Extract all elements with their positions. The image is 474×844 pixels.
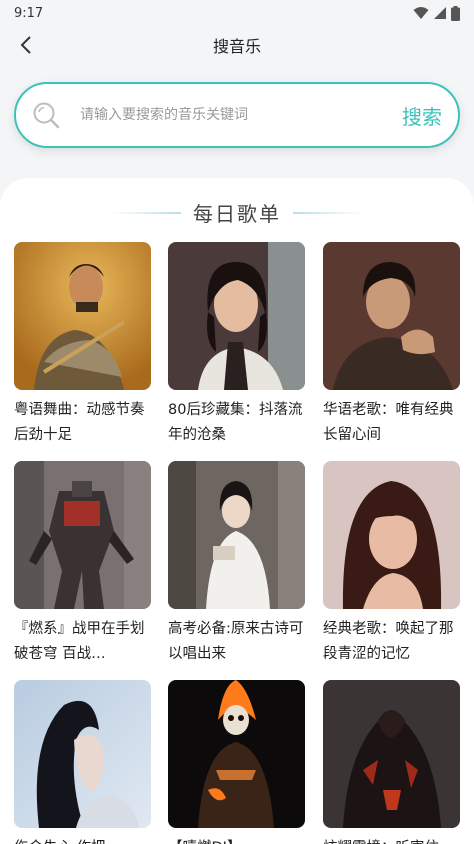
playlist-title: 高考必备:原来古诗可以唱出来 <box>168 621 304 662</box>
playlist-card[interactable]: 炫耀霸境：听害住 <box>323 680 460 844</box>
playlist-card[interactable]: 80后珍藏集：抖落流年的沧桑 <box>168 242 305 448</box>
playlist-title: 华语老歌：唯有经典长留心间 <box>323 402 454 443</box>
back-button[interactable] <box>10 29 42 61</box>
playlist-title: 『燃系』战甲在手划破苍穹 百战… <box>14 621 145 662</box>
playlist-card[interactable]: 经典老歌：唤起了那段青涩的记忆 <box>323 461 460 667</box>
search-box[interactable]: 搜索 <box>14 82 460 148</box>
search-icon <box>33 102 60 129</box>
back-arrow-icon <box>20 36 31 54</box>
playlist-cover <box>14 680 151 828</box>
playlist-title: 伤会失心 作把 <box>14 836 151 844</box>
playlist-card[interactable]: 『燃系』战甲在手划破苍穹 百战… <box>14 461 151 667</box>
status-bar: 9:17 <box>0 0 474 26</box>
section-header: 每日歌单 <box>0 198 474 227</box>
status-icons <box>413 5 460 21</box>
playlist-cover <box>168 680 305 828</box>
playlist-cover <box>323 680 460 828</box>
playlist-card[interactable]: 伤会失心 作把 <box>14 680 151 844</box>
title-decoration-right <box>293 211 363 214</box>
search-input[interactable] <box>80 107 402 123</box>
playlist-title: 粤语舞曲：动感节奏后劲十足 <box>14 402 145 443</box>
signal-icon <box>434 7 446 19</box>
playlist-title: 【嘻燃DJ】 <box>168 836 305 844</box>
playlist-cover <box>14 242 151 390</box>
playlist-card[interactable]: 华语老歌：唯有经典长留心间 <box>323 242 460 448</box>
section-title: 每日歌单 <box>193 202 281 226</box>
playlist-cover <box>168 242 305 390</box>
content-panel: 每日歌单 粤语舞曲：动感节奏后劲十足 80后珍藏集：抖落流年的沧桑 华语老歌：唯… <box>0 178 474 844</box>
playlist-cover <box>323 242 460 390</box>
title-decoration-left <box>111 211 181 214</box>
playlist-title: 炫耀霸境：听害住 <box>323 836 460 844</box>
playlist-card[interactable]: 【嘻燃DJ】 <box>168 680 305 844</box>
playlist-title: 80后珍藏集：抖落流年的沧桑 <box>168 402 303 443</box>
playlist-cover <box>14 461 151 609</box>
battery-icon <box>451 5 460 21</box>
playlist-card[interactable]: 粤语舞曲：动感节奏后劲十足 <box>14 242 151 448</box>
status-time: 9:17 <box>14 5 44 21</box>
playlist-card[interactable]: 高考必备:原来古诗可以唱出来 <box>168 461 305 667</box>
app-header: 搜音乐 <box>0 26 474 64</box>
search-button[interactable]: 搜索 <box>402 101 442 130</box>
wifi-icon <box>413 7 429 19</box>
playlist-cover <box>323 461 460 609</box>
playlist-cover <box>168 461 305 609</box>
playlist-title: 经典老歌：唤起了那段青涩的记忆 <box>323 621 454 662</box>
page-title: 搜音乐 <box>212 37 261 56</box>
